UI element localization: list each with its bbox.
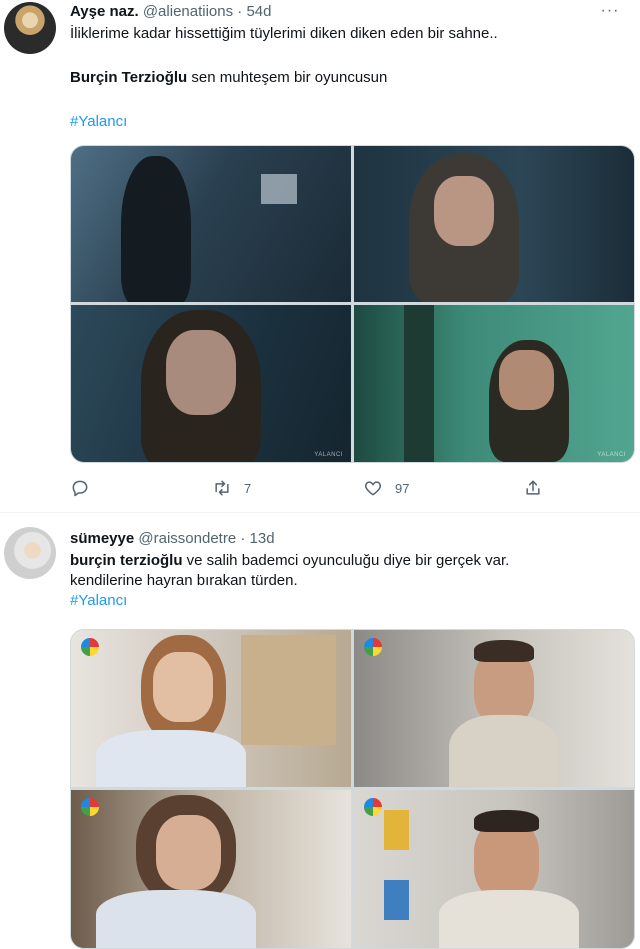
reply-icon xyxy=(72,480,88,497)
media-image[interactable] xyxy=(354,790,634,948)
tweet-text-line: burçin terzioğlu ve salih bademci oyuncu… xyxy=(70,551,625,571)
channel-logo-icon xyxy=(364,638,382,656)
retweet-icon xyxy=(215,480,229,496)
tweet-text: İliklerime kadar hissettiğim tüylerimi d… xyxy=(70,24,625,132)
avatar[interactable] xyxy=(4,2,56,54)
channel-watermark: YALANCI xyxy=(597,452,626,458)
retweet-button[interactable]: 7 xyxy=(212,476,251,500)
avatar[interactable] xyxy=(4,527,56,579)
reply-button[interactable] xyxy=(70,476,102,500)
tweet[interactable]: sümeyye @raissondetre · 13d burçin terzi… xyxy=(0,513,640,949)
media-grid[interactable]: YALANCI YALANCI xyxy=(70,145,635,463)
tweet-header: Ayşe naz. @alienatiions · 54d xyxy=(70,2,271,22)
tweet-header: sümeyye @raissondetre · 13d xyxy=(70,529,275,549)
tweet-text: burçin terzioğlu ve salih bademci oyuncu… xyxy=(70,551,625,611)
timestamp[interactable]: 54d xyxy=(246,3,271,20)
display-name[interactable]: Ayşe naz. xyxy=(70,3,139,20)
media-image[interactable]: YALANCI xyxy=(354,305,634,462)
mention-name: burçin terzioğlu xyxy=(70,552,183,569)
share-icon xyxy=(526,480,540,495)
tweet-text-line: kendilerine hayran bırakan türden. xyxy=(70,572,298,589)
media-image[interactable] xyxy=(71,630,351,787)
separator-dot: · xyxy=(240,530,246,547)
tweet-text-line: İliklerime kadar hissettiğim tüylerimi d… xyxy=(70,25,498,42)
user-handle[interactable]: @alienatiions xyxy=(143,3,233,20)
tweet-actions: 7 97 xyxy=(70,476,610,500)
channel-watermark: YALANCI xyxy=(314,452,343,458)
share-button[interactable] xyxy=(523,476,543,500)
separator-dot: · xyxy=(237,3,243,20)
mention-name: Burçin Terzioğlu xyxy=(70,69,188,86)
media-image[interactable] xyxy=(354,630,634,787)
media-image[interactable]: YALANCI xyxy=(71,305,351,462)
like-count: 97 xyxy=(395,480,410,496)
media-image[interactable] xyxy=(354,146,634,302)
media-image[interactable] xyxy=(71,790,351,948)
channel-logo-icon xyxy=(81,638,99,656)
tweet-text-line: Burçin Terzioğlu sen muhteşem bir oyuncu… xyxy=(70,68,625,88)
more-icon[interactable]: ··· xyxy=(598,2,622,22)
tweet[interactable]: Ayşe naz. @alienatiions · 54d ··· İlikle… xyxy=(0,0,640,513)
tweet-text-fragment: ve salih bademci oyunculuğu diye bir ger… xyxy=(182,552,510,569)
hashtag-link[interactable]: #Yalancı xyxy=(70,112,625,132)
media-grid[interactable] xyxy=(70,629,635,949)
media-image[interactable] xyxy=(71,146,351,302)
like-icon xyxy=(364,481,382,496)
tweet-text-fragment: sen muhteşem bir oyuncusun xyxy=(187,69,388,86)
channel-logo-icon xyxy=(81,798,99,816)
display-name[interactable]: sümeyye xyxy=(70,530,134,547)
channel-logo-icon xyxy=(364,798,382,816)
like-button[interactable]: 97 xyxy=(363,476,409,500)
user-handle[interactable]: @raissondetre xyxy=(138,530,236,547)
retweet-count: 7 xyxy=(244,480,252,496)
hashtag-link[interactable]: #Yalancı xyxy=(70,591,625,611)
timestamp[interactable]: 13d xyxy=(250,530,275,547)
